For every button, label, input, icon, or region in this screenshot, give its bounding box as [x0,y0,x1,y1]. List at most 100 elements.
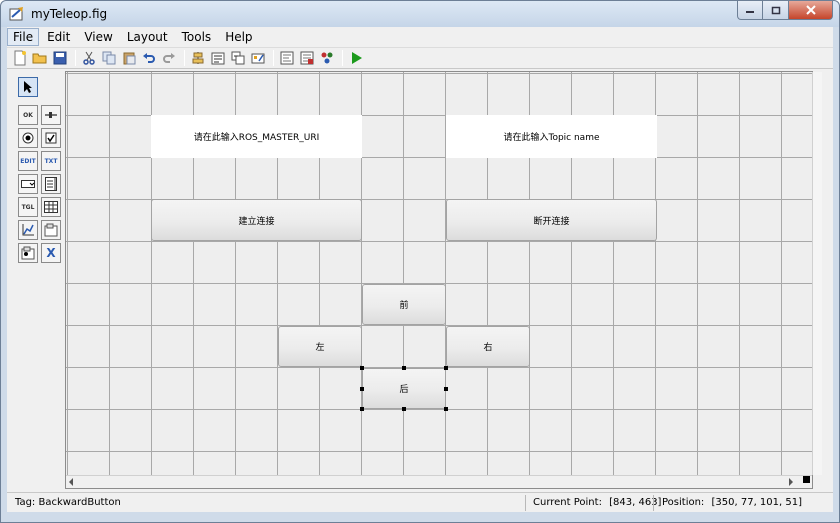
open-folder-button[interactable] [31,49,49,67]
window-controls [737,1,833,20]
redo-icon [163,53,175,63]
tab-order-icon [231,51,245,65]
vertical-scrollbar[interactable] [812,72,822,475]
status-separator [653,495,654,511]
scroll-right-icon[interactable] [788,478,794,486]
button-group-tool[interactable] [18,243,38,263]
status-current-point: Current Point: [843, 463] [533,497,661,508]
toolbar-editor-button[interactable] [249,49,267,67]
connect-button[interactable]: 建立连接 [151,199,362,241]
static-text-tool[interactable]: TXT [41,151,61,171]
title-bar[interactable]: myTeleop.fig [1,1,839,27]
align-objects-icon [192,52,204,64]
undo-button[interactable] [140,49,158,67]
disconnect-button[interactable]: 断开连接 [446,199,657,241]
selection-handle[interactable] [402,407,406,411]
push-button-tool[interactable]: OK [18,105,38,125]
selection-handle[interactable] [444,366,448,370]
master-uri-edit[interactable]: 请在此输入ROS_MASTER_URI [151,115,362,158]
menu-bar: File Edit View Layout Tools Help [7,27,833,47]
menu-file[interactable]: File [7,28,40,46]
paste-icon [123,52,136,65]
maximize-button[interactable] [763,1,789,20]
scroll-left-icon[interactable] [68,478,74,486]
object-browser-button[interactable] [318,49,336,67]
topic-name-edit[interactable]: 请在此输入Topic name [446,115,657,158]
cut-button[interactable] [80,49,98,67]
property-inspector-button[interactable] [298,49,316,67]
popup-menu-tool[interactable] [18,174,38,194]
copy-button[interactable] [100,49,118,67]
minimize-button[interactable] [737,1,763,20]
undo-icon [143,53,155,63]
close-button[interactable] [789,1,833,20]
current-point-label: Current Point: [533,497,602,508]
resize-handle[interactable] [803,476,810,483]
static-text-tool-label: TXT [44,157,58,165]
checkbox-tool[interactable] [41,128,61,148]
table-icon [44,201,58,213]
layout-grid[interactable]: 请在此输入ROS_MASTER_URI 请在此输入Topic name 建立连接… [66,72,812,475]
new-file-icon [14,50,26,66]
save-button[interactable] [51,49,69,67]
m-file-editor-button[interactable] [278,49,296,67]
selection-handle[interactable] [360,387,364,391]
toggle-button-tool[interactable]: TGL [18,197,38,217]
left-button[interactable]: 左 [278,326,362,367]
menu-help[interactable]: Help [219,28,258,46]
listbox-icon [45,177,57,191]
listbox-tool[interactable] [41,174,61,194]
save-icon [53,51,67,65]
guide-figure-icon [9,6,25,22]
right-button[interactable]: 右 [446,326,530,367]
toolbar-separator [184,50,185,66]
minimize-icon [746,11,754,13]
menu-view[interactable]: View [78,28,118,46]
status-separator [525,495,526,511]
radio-button-tool[interactable] [18,128,38,148]
paste-button[interactable] [120,49,138,67]
align-button[interactable] [189,49,207,67]
app-window: myTeleop.fig File Edit View Layout Tools… [0,0,840,523]
table-tool[interactable] [41,197,61,217]
toolbar [7,47,833,69]
push-button-tool-label: OK [23,111,33,119]
menu-tools[interactable]: Tools [176,28,218,46]
slider-tool[interactable] [41,105,61,125]
edit-text-tool[interactable]: EDIT [18,151,38,171]
selection-handle[interactable] [444,387,448,391]
backward-button[interactable]: 后 [362,368,446,409]
panel-tool[interactable] [41,220,61,240]
menu-editor-icon [211,52,225,65]
axes-tool[interactable] [18,220,38,240]
object-browser-icon [321,52,333,64]
run-button[interactable] [347,49,365,67]
popup-menu-icon [21,180,35,188]
open-folder-icon [32,53,47,64]
button-group-icon [21,246,35,260]
window-title: myTeleop.fig [31,7,108,21]
toggle-button-tool-label: TGL [21,203,35,211]
selection-handle[interactable] [360,407,364,411]
activex-tool[interactable]: X [41,243,61,263]
redo-button[interactable] [160,49,178,67]
forward-button[interactable]: 前 [362,284,446,325]
menu-layout[interactable]: Layout [121,28,174,46]
design-area: 请在此输入ROS_MASTER_URI 请在此输入Topic name 建立连接… [65,71,822,489]
select-tool[interactable] [18,77,38,97]
new-file-button[interactable] [11,49,29,67]
slider-icon [45,112,57,118]
horizontal-scrollbar[interactable] [66,475,812,488]
m-file-editor-icon [280,51,294,65]
radio-button-icon [22,132,34,144]
menu-editor-button[interactable] [209,49,227,67]
position-label: Position: [662,497,705,508]
tab-order-button[interactable] [229,49,247,67]
axes-icon [22,224,34,236]
maximize-icon [771,6,780,14]
selection-handle[interactable] [360,366,364,370]
selection-handle[interactable] [444,407,448,411]
selection-handle[interactable] [402,366,406,370]
menu-edit[interactable]: Edit [41,28,76,46]
checkbox-icon [45,132,57,144]
